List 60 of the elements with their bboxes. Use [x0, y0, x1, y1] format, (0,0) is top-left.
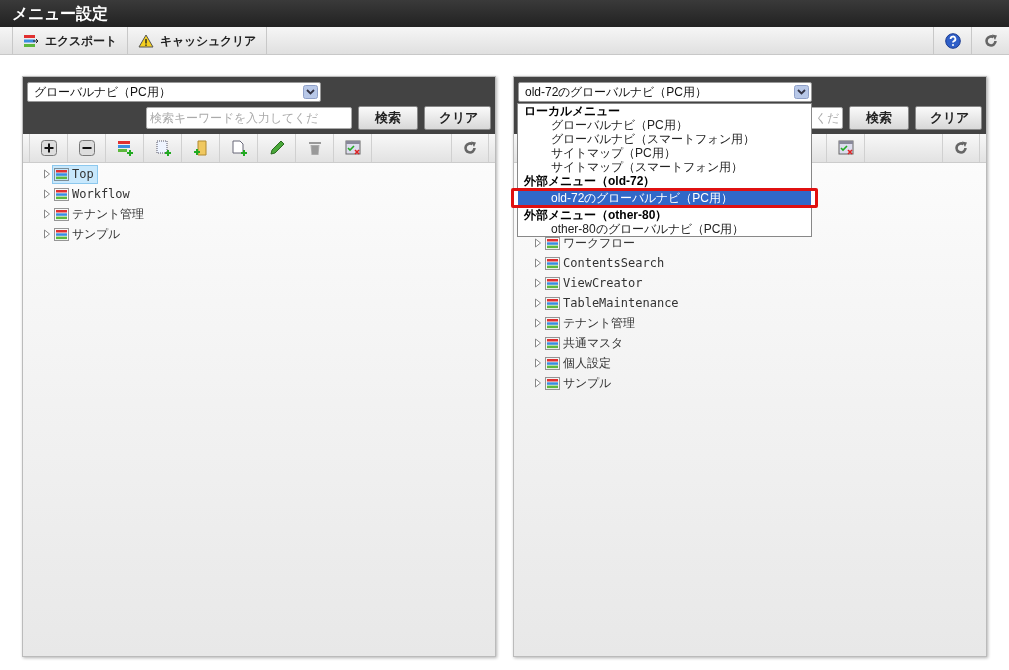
collapse-icon — [78, 140, 95, 156]
warning-icon — [138, 33, 154, 48]
add-folder-icon — [192, 140, 209, 156]
dropdown-option[interactable]: グローバルナビ（スマートフォン用） — [518, 132, 811, 146]
list-icon — [545, 376, 560, 390]
export-button[interactable]: エクスポート — [13, 27, 128, 54]
tree-item[interactable]: ContentsSearch — [543, 253, 669, 273]
dropdown-option[interactable]: サイトマップ（PC用） — [518, 146, 811, 160]
option-group-label[interactable]: 外部メニュー（old-72） — [518, 174, 811, 188]
export-icon — [23, 33, 39, 48]
list-icon — [545, 296, 560, 310]
page-title: メニュー設定 — [12, 3, 108, 24]
add-document-icon — [154, 140, 171, 156]
dropdown-option[interactable]: グローバルナビ（PC用） — [518, 118, 811, 132]
tree-item[interactable]: 個人設定 — [543, 353, 615, 373]
add-page-icon — [230, 140, 247, 156]
list-icon — [54, 187, 69, 201]
list-icon — [545, 356, 560, 370]
add-list-icon — [116, 140, 133, 156]
list-icon — [54, 167, 69, 181]
clear-button[interactable]: クリア — [424, 106, 491, 130]
option-group-label[interactable]: 外部メニュー（other-80） — [518, 208, 811, 222]
menu-select[interactable]: グローバルナビ（PC用） — [27, 82, 321, 102]
tree-item[interactable]: 共通マスタ — [543, 333, 627, 353]
refresh-button[interactable] — [942, 134, 980, 162]
cache-clear-button[interactable]: キャッシュクリア — [128, 27, 267, 54]
list-icon — [545, 236, 560, 250]
expand-icon — [40, 140, 57, 156]
list-icon — [545, 256, 560, 270]
help-icon — [944, 32, 961, 49]
option-group-label[interactable]: ローカルメニュー — [518, 104, 811, 118]
list-icon — [54, 227, 69, 241]
list-icon — [545, 336, 560, 350]
window-check-icon — [837, 140, 854, 156]
dropdown-option[interactable]: other-80のグローバルナビ（PC用） — [518, 222, 811, 236]
dropdown-option[interactable]: old-72のグローバルナビ（PC用） — [518, 191, 811, 205]
tree-item[interactable]: テナント管理 — [543, 313, 639, 333]
clear-button[interactable]: クリア — [915, 106, 982, 130]
tree-item[interactable]: サンプル — [52, 224, 124, 244]
search-field[interactable]: 検索キーワードを入力してくだ — [146, 107, 352, 129]
window-check-icon — [344, 140, 361, 156]
tree-item[interactable]: ViewCreator — [543, 273, 647, 293]
tree-item[interactable]: テナント管理 — [52, 204, 148, 224]
tree-item[interactable]: サンプル — [543, 373, 615, 393]
menu-select[interactable]: old-72のグローバルナビ（PC用） — [518, 82, 812, 102]
refresh-button[interactable] — [451, 134, 489, 162]
search-button[interactable]: 検索 — [358, 106, 418, 130]
dropdown-option[interactable]: サイトマップ（スマートフォン用） — [518, 160, 811, 174]
refresh-icon — [983, 33, 998, 48]
refresh-icon — [463, 141, 477, 155]
search-button[interactable]: 検索 — [849, 106, 909, 130]
pencil-icon — [268, 140, 285, 156]
tree-item[interactable]: Workflow — [52, 184, 134, 204]
refresh-icon — [954, 141, 968, 155]
tree-item[interactable]: TableMaintenance — [543, 293, 683, 313]
tree-item[interactable]: Top — [52, 164, 98, 184]
trash-icon — [307, 140, 322, 156]
list-icon — [545, 276, 560, 290]
list-icon — [54, 207, 69, 221]
list-icon — [545, 316, 560, 330]
